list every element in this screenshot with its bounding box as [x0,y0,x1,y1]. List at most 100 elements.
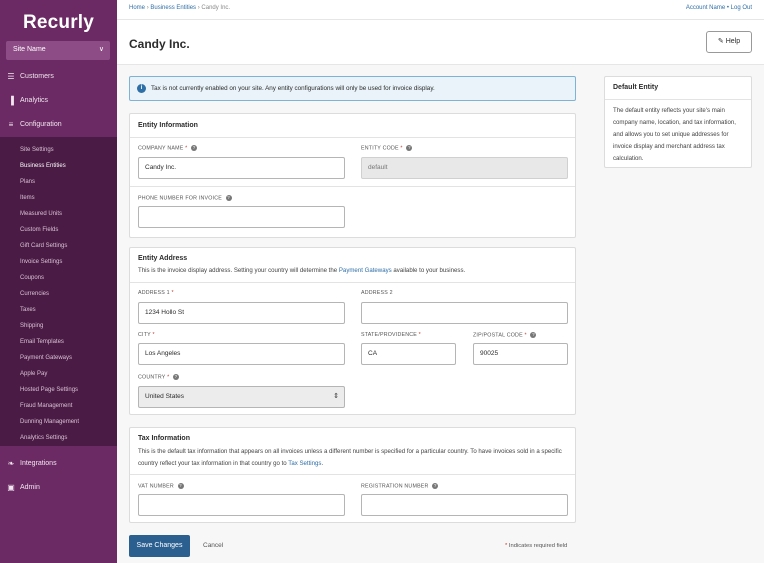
help-button[interactable]: ✎ Help [706,31,752,53]
bar-chart-icon: ▐ [8,96,14,105]
top-bar: Home › Business Entities › Candy Inc. Ac… [117,0,764,20]
help-circle-icon[interactable]: ? [173,374,180,380]
default-entity-panel: Default Entity The default entity reflec… [604,76,752,168]
desc-text: This is the default tax information that… [138,448,562,467]
tax-settings-link[interactable]: Tax Settings [288,460,321,467]
help-label: Help [725,38,741,45]
logout-link[interactable]: Log Out [731,5,752,11]
subnav-items[interactable]: Items [20,193,35,203]
company-name-input[interactable]: Candy Inc. [138,157,345,179]
subnav-plans[interactable]: Plans [20,177,35,187]
subnav-gift-card-settings[interactable]: Gift Card Settings [20,241,67,251]
tax-information-card: Tax Information This is the default tax … [129,427,576,523]
entity-information-card: Entity Information COMPANY NAME * ? Cand… [129,113,576,238]
chevron-down-icon: ∨ [98,46,104,53]
help-circle-icon[interactable]: ? [530,332,537,338]
entity-code-label: ENTITY CODE * ? [361,145,413,151]
desc-text: available to your business. [391,267,466,274]
lock-icon: ▣ [7,483,15,492]
subnav-apple-pay[interactable]: Apple Pay [20,369,47,379]
country-select[interactable]: United States ⇕ [138,386,345,408]
account-menu: Account Name • Log Out [686,5,752,11]
page-title: Candy Inc. [129,37,190,51]
subnav-custom-fields[interactable]: Custom Fields [20,225,58,235]
registration-input[interactable] [361,494,568,516]
breadcrumb-business-entities[interactable]: Business Entities [150,5,196,11]
breadcrumb-current: Candy Inc. [201,5,231,11]
state-label: STATE/PROVIDENCE * [361,332,421,338]
subnav-measured-units[interactable]: Measured Units [20,209,62,219]
subnav-coupons[interactable]: Coupons [20,273,44,283]
account-separator: • [726,5,729,11]
address2-label: ADDRESS 2 [361,290,393,296]
subnav-hosted-page-settings[interactable]: Hosted Page Settings [20,385,78,395]
page-header: Candy Inc. ✎ Help [117,20,764,65]
required-asterisk: * [167,374,170,381]
breadcrumb-separator: › [146,5,149,11]
card-title: Tax Information [138,435,190,442]
site-selector[interactable]: Site Name ∨ [6,41,110,60]
configuration-submenu: Site Settings Business Entities Plans It… [0,137,117,446]
required-asterisk: * [524,332,527,339]
label-text: COUNTRY [138,374,166,381]
subnav-currencies[interactable]: Currencies [20,289,49,299]
subnav-fraud-management[interactable]: Fraud Management [20,401,72,411]
state-input[interactable]: CA [361,343,456,365]
nav-label: Admin [20,484,40,491]
recurly-logo[interactable]: Recurly [0,12,117,34]
breadcrumb-home[interactable]: Home [129,5,145,11]
account-name-link[interactable]: Account Name [686,5,725,11]
subnav-email-templates[interactable]: Email Templates [20,337,64,347]
subnav-business-entities[interactable]: Business Entities [20,161,66,171]
address1-input[interactable]: 1234 Hollo St [138,302,345,324]
subnav-analytics-settings[interactable]: Analytics Settings [20,433,67,443]
nav-item-analytics[interactable]: ▐ Analytics [0,91,117,111]
zip-input[interactable]: 90025 [473,343,568,365]
subnav-payment-gateways[interactable]: Payment Gateways [20,353,72,363]
info-icon: i [137,84,146,93]
subnav-shipping[interactable]: Shipping [20,321,43,331]
label-text: COMPANY NAME [138,145,184,152]
desc-text: . [321,460,324,467]
nav-item-admin[interactable]: ▣ Admin [0,478,117,498]
subnav-dunning-management[interactable]: Dunning Management [20,417,79,427]
sort-arrows-icon: ⇕ [333,393,339,400]
help-circle-icon[interactable]: ? [225,195,232,201]
required-asterisk: * [185,145,188,152]
country-value: United States [145,393,185,400]
label-text: STATE/PROVIDENCE [361,332,417,338]
payment-gateways-link[interactable]: Payment Gateways [339,267,392,274]
help-circle-icon[interactable]: ? [177,483,184,489]
desc-text: This is the invoice display address. Set… [138,267,339,274]
save-changes-button[interactable]: Save Changes [129,535,190,557]
card-title: Entity Information [138,122,198,129]
vat-input[interactable] [138,494,345,516]
nav-label: Integrations [20,460,57,467]
help-circle-icon[interactable]: ? [432,483,439,489]
help-circle-icon[interactable]: ? [191,145,198,151]
tax-alert: i Tax is not currently enabled on your s… [129,76,576,101]
label-text: ADDRESS 1 [138,290,170,296]
phone-input[interactable] [138,206,345,228]
nav-item-customers[interactable]: ☰ Customers [0,67,117,87]
country-label: COUNTRY * ? [138,374,180,381]
help-circle-icon[interactable]: ? [406,145,413,151]
required-note-text: Indicates required field [508,543,568,549]
nav-item-configuration[interactable]: ≡ Configuration [0,115,117,135]
label-text: ZIP/POSTAL CODE [473,332,523,339]
card-title: Entity Address [138,255,188,262]
sidebar: Recurly Site Name ∨ ☰ Customers ▐ Analyt… [0,0,117,563]
vat-label: VAT NUMBER ? [138,483,184,489]
required-asterisk: * [505,543,508,549]
subnav-site-settings[interactable]: Site Settings [20,145,54,155]
subnav-invoice-settings[interactable]: Invoice Settings [20,257,62,267]
edit-icon: ✎ [717,38,724,45]
company-name-label: COMPANY NAME * ? [138,145,198,152]
registration-label: REGISTRATION NUMBER ? [361,483,439,489]
nav-item-integrations[interactable]: ❧ Integrations [0,454,117,474]
label-text: PHONE NUMBER FOR INVOICE [138,195,222,202]
city-input[interactable]: Los Angeles [138,343,345,365]
cancel-button[interactable]: Cancel [203,542,223,549]
address2-input[interactable] [361,302,568,324]
subnav-taxes[interactable]: Taxes [20,305,36,315]
